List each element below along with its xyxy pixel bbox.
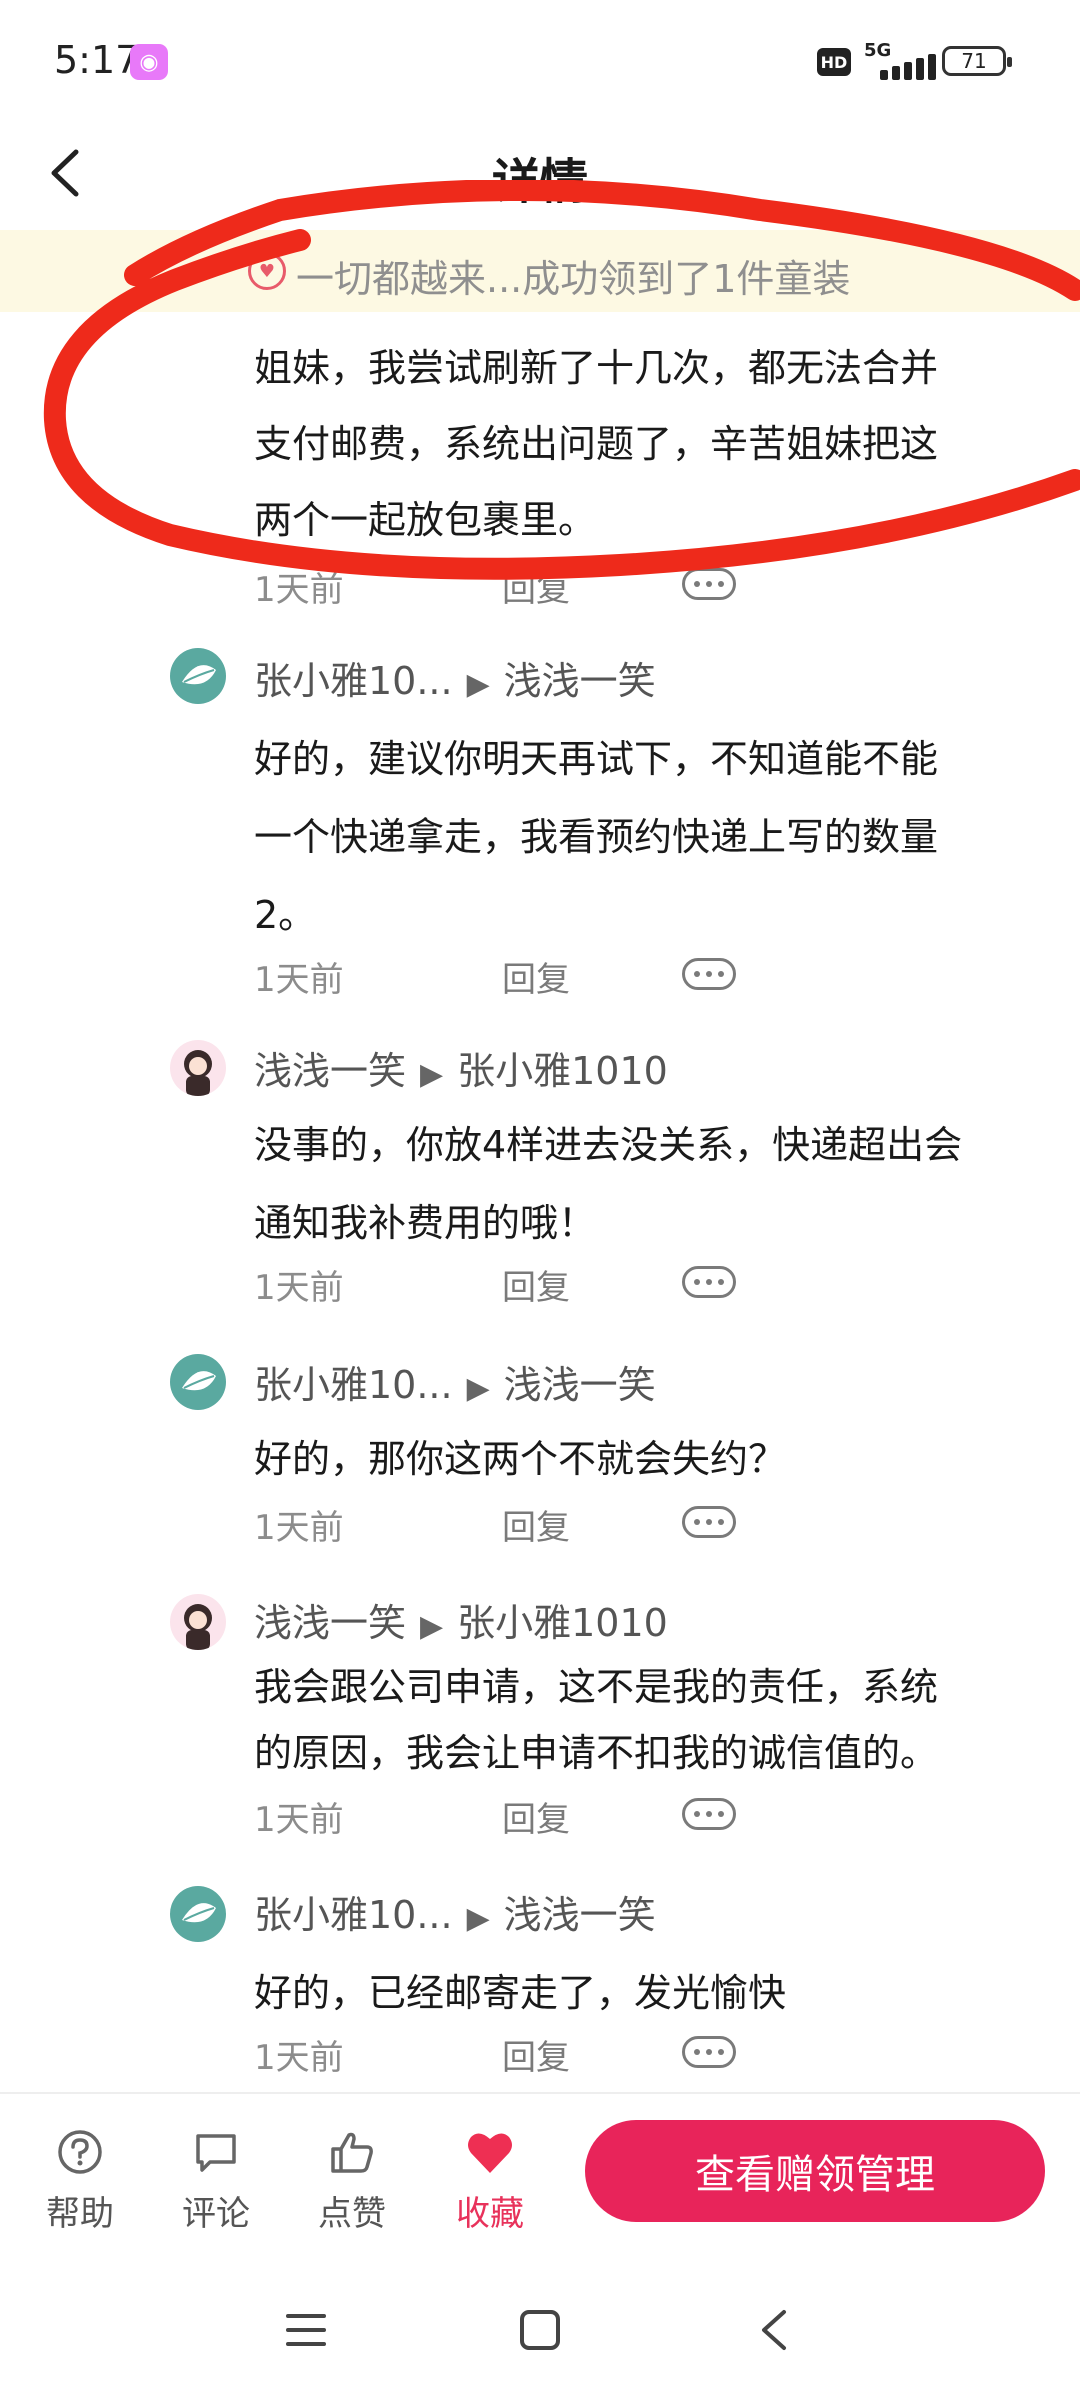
more-options-icon[interactable]: [682, 1798, 736, 1830]
status-bar: 5:17 ◉ HD 5G 71: [0, 0, 1080, 120]
reply-button[interactable]: 回复: [502, 1500, 570, 1549]
comment-line: 一个快递拿走，我看预约快递上写的数量: [254, 815, 939, 859]
author-name[interactable]: 浅浅一笑: [254, 1049, 406, 1093]
comment-line: 好的，建议你明天再试下，不知道能不能: [254, 737, 939, 781]
comment-text: 姐妹，我尝试刷新了十几次，都无法合并 支付邮费，系统出问题了，辛苦姐妹把这 两个…: [254, 330, 1024, 558]
avatar[interactable]: [170, 1040, 226, 1096]
reply-button[interactable]: 回复: [502, 952, 570, 1001]
like-label: 点赞: [318, 2194, 386, 2234]
comment-text: 没事的，你放4样进去没关系，快递超出会 通知我补费用的哦！: [254, 1106, 1024, 1262]
author-line: 张小雅10... ▶ 浅浅一笑: [254, 1354, 656, 1409]
comment-line: 好的，已经邮寄走了，发光愉快: [254, 1971, 787, 2015]
comment-text: 好的，建议你明天再试下，不知道能不能 一个快递拿走，我看预约快递上写的数量 2。: [254, 720, 1024, 954]
avatar[interactable]: [170, 1594, 226, 1650]
comment-time: 1天前: [254, 960, 344, 1000]
comment-line: 两个一起放包裹里。: [254, 498, 597, 542]
comment-line: 姐妹，我尝试刷新了十几次，都无法合并: [254, 346, 939, 390]
notice-banner[interactable]: ♥ 一切都越来...成功领到了1件童装: [0, 230, 1080, 312]
author-name[interactable]: 张小雅10...: [254, 1893, 453, 1937]
home-square-icon: [520, 2310, 560, 2350]
more-options-icon[interactable]: [682, 958, 736, 990]
help-label: 帮助: [46, 2194, 114, 2234]
comment-line: 2。: [254, 893, 317, 937]
comment-line: 通知我补费用的哦！: [254, 1201, 597, 1245]
bottom-action-bar: 帮助 评论 点赞 收藏 查看赠领管理: [0, 2094, 1080, 2254]
author-name[interactable]: 张小雅10...: [254, 659, 453, 703]
comment-time: 1天前: [254, 1268, 344, 1308]
signal-icon: [866, 54, 936, 80]
comment-line: 的原因，我会让申请不扣我的诚信值的。: [254, 1731, 939, 1775]
reply-target-name[interactable]: 浅浅一笑: [504, 1893, 656, 1937]
reply-target-name[interactable]: 张小雅1010: [457, 1049, 668, 1093]
reply-arrow-icon: ▶: [420, 1609, 444, 1644]
author-line: 浅浅一笑 ▶ 张小雅1010: [254, 1040, 668, 1095]
reply-target-name[interactable]: 张小雅1010: [457, 1601, 668, 1645]
reply-arrow-icon: ▶: [466, 1371, 490, 1406]
author-line: 浅浅一笑 ▶ 张小雅1010: [254, 1592, 668, 1647]
comment-line: 好的，那你这两个不就会失约？: [254, 1437, 787, 1481]
author-name[interactable]: 张小雅10...: [254, 1363, 453, 1407]
comment-line: 支付邮费，系统出问题了，辛苦姐妹把这: [254, 422, 939, 466]
notice-text: 一切都越来...成功领到了1件童装: [296, 257, 851, 301]
system-nav-bar: [0, 2270, 1080, 2400]
camera-app-icon: ◉: [130, 44, 168, 80]
help-button[interactable]: 帮助: [30, 2122, 130, 2235]
heart-icon: [468, 2133, 512, 2173]
reply-button[interactable]: 回复: [502, 1792, 570, 1841]
favorite-button[interactable]: 收藏: [440, 2122, 540, 2235]
status-time: 5:17: [54, 38, 140, 82]
reply-button[interactable]: 回复: [502, 562, 570, 611]
reply-target-name[interactable]: 浅浅一笑: [504, 1363, 656, 1407]
menu-button[interactable]: [266, 2290, 346, 2370]
nav-back-button[interactable]: [734, 2290, 814, 2370]
like-button[interactable]: 点赞: [302, 2122, 402, 2235]
author-line: 张小雅10... ▶ 浅浅一笑: [254, 1884, 656, 1939]
more-options-icon[interactable]: [682, 1266, 736, 1298]
reply-target-name[interactable]: 浅浅一笑: [504, 659, 656, 703]
comment-time: 1天前: [254, 1800, 344, 1840]
avatar[interactable]: [170, 648, 226, 704]
comment-text: 我会跟公司申请，这不是我的责任，系统 的原因，我会让申请不扣我的诚信值的。: [254, 1654, 1024, 1786]
more-options-icon[interactable]: [682, 1506, 736, 1538]
triangle-back-icon: [762, 2310, 786, 2350]
more-options-icon[interactable]: [682, 568, 736, 600]
author-name[interactable]: 浅浅一笑: [254, 1601, 406, 1645]
page-title: 详情: [491, 154, 588, 210]
favorite-label: 收藏: [456, 2194, 524, 2234]
reply-button[interactable]: 回复: [502, 1260, 570, 1309]
view-gift-management-button[interactable]: 查看赠领管理: [585, 2120, 1045, 2222]
comment-icon: [196, 2134, 236, 2172]
comment-button[interactable]: 评论: [166, 2122, 266, 2235]
thumbs-up-icon: [331, 2132, 373, 2173]
comment-text: 好的，那你这两个不就会失约？: [254, 1420, 1024, 1498]
comment-time: 1天前: [254, 570, 344, 610]
comment-time: 1天前: [254, 2038, 344, 2078]
reply-arrow-icon: ▶: [466, 667, 490, 702]
avatar[interactable]: [170, 1886, 226, 1942]
help-icon: [58, 2130, 102, 2174]
reply-arrow-icon: ▶: [420, 1057, 444, 1092]
gift-icon: ♥: [248, 252, 286, 290]
reply-arrow-icon: ▶: [466, 1901, 490, 1936]
header: 详情: [0, 120, 1080, 230]
author-line: 张小雅10... ▶ 浅浅一笑: [254, 650, 656, 705]
home-button[interactable]: [500, 2290, 580, 2370]
comment-time: 1天前: [254, 1508, 344, 1548]
menu-icon: [286, 2314, 326, 2346]
battery-icon: 71: [942, 46, 1012, 76]
reply-button[interactable]: 回复: [502, 2030, 570, 2079]
comment-line: 没事的，你放4样进去没关系，快递超出会: [254, 1123, 963, 1167]
comment-line: 我会跟公司申请，这不是我的责任，系统: [254, 1665, 939, 1709]
comment-label: 评论: [182, 2194, 250, 2234]
hd-icon: HD: [817, 48, 851, 76]
avatar[interactable]: [170, 1354, 226, 1410]
more-options-icon[interactable]: [682, 2036, 736, 2068]
comment-text: 好的，已经邮寄走了，发光愉快: [254, 1954, 1024, 2032]
